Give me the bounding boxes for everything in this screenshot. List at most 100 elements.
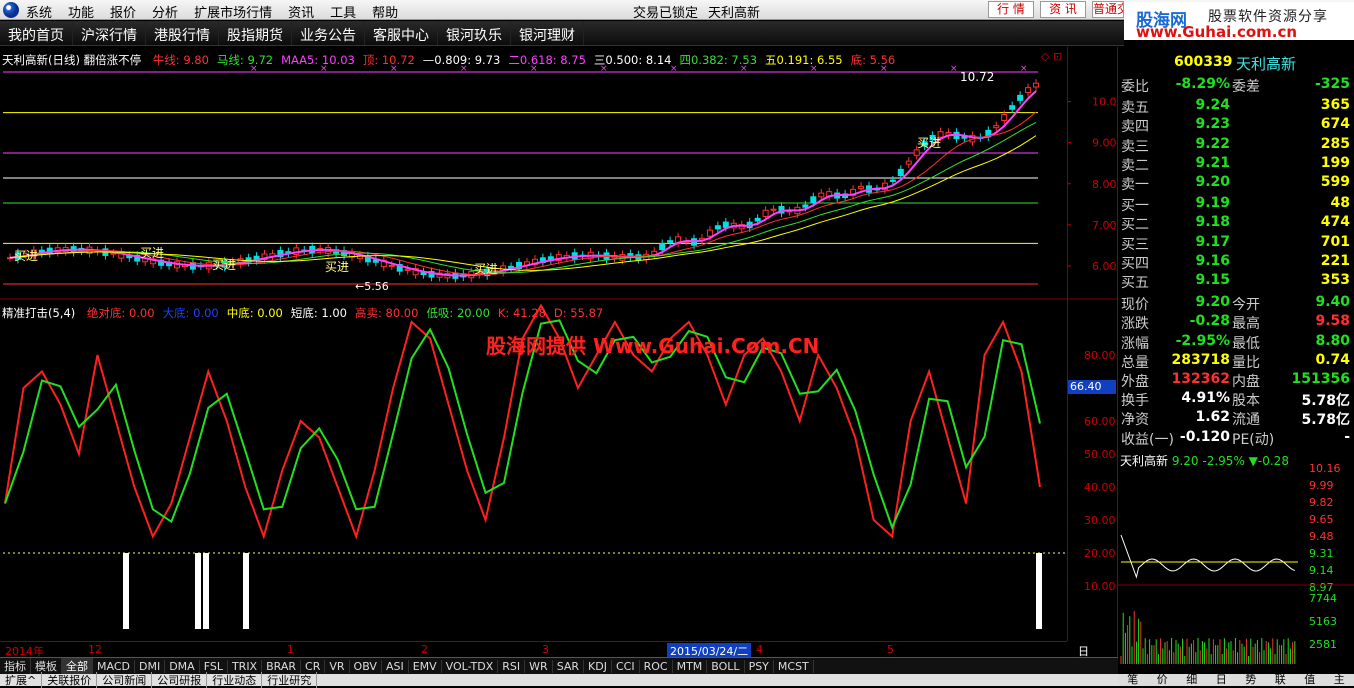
- quote-button[interactable]: 行 情: [988, 1, 1034, 18]
- top-marker: ×: [950, 64, 958, 74]
- trade-button[interactable]: 普通交易: [1092, 1, 1124, 18]
- quote-value: -0.120: [1179, 428, 1230, 445]
- indicator-value: 10.72: [378, 53, 415, 67]
- nav-item[interactable]: 银河玖乐: [438, 21, 511, 45]
- menu-item[interactable]: 帮助: [372, 2, 398, 21]
- date-axis: 2015/03/24/二 日线 2014年1212345: [0, 641, 1089, 674]
- menu-item[interactable]: 资讯: [288, 2, 314, 21]
- candle-body: [770, 208, 777, 211]
- candle-body: [1025, 87, 1032, 94]
- nav-item[interactable]: 我的首页: [0, 21, 73, 45]
- quote-label: 换手: [1121, 393, 1149, 410]
- menu-item[interactable]: 报价: [110, 2, 136, 21]
- indicator-tab[interactable]: DMA: [165, 659, 200, 673]
- quote-label: 买二: [1121, 217, 1149, 234]
- indicator-tab[interactable]: MCST: [774, 659, 814, 673]
- menu-item[interactable]: 扩展市场行情: [194, 2, 272, 21]
- indicator-tab[interactable]: SAR: [553, 659, 585, 673]
- indicator-tab[interactable]: OBV: [350, 659, 382, 673]
- indicator-tab[interactable]: VR: [325, 659, 350, 673]
- quote-label: 卖二: [1121, 157, 1149, 174]
- info-button[interactable]: 资 讯: [1040, 1, 1086, 18]
- nav-item[interactable]: 股指期货: [219, 21, 292, 45]
- indicator-tab[interactable]: DMI: [135, 659, 166, 673]
- nav-item[interactable]: 沪深行情: [73, 21, 146, 45]
- brand-url: www.Guhai.com.cn: [1136, 23, 1298, 41]
- indicator-tab[interactable]: WR: [525, 659, 553, 673]
- mini-tab[interactable]: 势: [1245, 674, 1256, 686]
- indicator-tab[interactable]: FSL: [200, 659, 228, 673]
- panel-controls-icon[interactable]: ◇ ⊡: [1041, 50, 1062, 63]
- menu-item[interactable]: 分析: [152, 2, 178, 21]
- quote-value: -0.28: [1189, 313, 1230, 330]
- app-logo-icon[interactable]: [3, 2, 19, 18]
- indicator-tab[interactable]: CR: [301, 659, 326, 673]
- quote-label: 股本: [1232, 393, 1260, 410]
- quote-value: 4.91%: [1181, 390, 1230, 407]
- quote-row: 总量 283718 量比 0.74: [1118, 352, 1354, 371]
- menu-item[interactable]: 系统: [26, 2, 52, 21]
- quote-header: 600339 天利高新: [1118, 52, 1354, 73]
- mini-tab[interactable]: 主: [1334, 674, 1345, 686]
- candle-body: [667, 240, 674, 243]
- indicator-tab[interactable]: BOLL: [707, 659, 745, 673]
- indicator-tab[interactable]: RSI: [498, 659, 526, 673]
- price-tick: 9.00: [1092, 137, 1117, 150]
- stock-code: 600339: [1174, 54, 1233, 70]
- indicator-tab[interactable]: ASI: [382, 659, 409, 673]
- mini-tab[interactable]: 笔: [1127, 674, 1138, 686]
- indicator-label: K:: [497, 306, 510, 320]
- indicator-label: 三0.500:: [593, 53, 643, 67]
- indicator-tab[interactable]: MTM: [673, 659, 708, 673]
- mini-intraday[interactable]: 天利高新 9.20 -2.95% ▼-0.28 10.16 9.99 9.82 9.6…: [1118, 450, 1354, 686]
- indicator: 低吸: 20.00: [426, 306, 489, 320]
- indicator-tab[interactable]: VOL-TDX: [442, 659, 499, 673]
- mini-price-tick: 9.14: [1309, 564, 1334, 577]
- signal-bar: [1036, 553, 1042, 629]
- nav-item[interactable]: 业务公告: [292, 21, 365, 45]
- mini-tab[interactable]: 日: [1216, 674, 1227, 686]
- nav-item[interactable]: 银河理财: [511, 21, 584, 45]
- quote-label: 涨跌: [1121, 316, 1149, 333]
- quote-row: 卖一 9.20 599: [1121, 174, 1350, 193]
- indicator-value: 9.80: [179, 53, 209, 67]
- indicator-tab[interactable]: PSY: [745, 659, 774, 673]
- mini-price-tick: 9.99: [1309, 479, 1334, 492]
- mini-tab[interactable]: 价: [1157, 674, 1168, 686]
- main-menu: 系统 功能 报价 分析 扩展市场行情 资讯 工具 帮助: [26, 2, 414, 21]
- indicator-tab[interactable]: KDJ: [584, 659, 612, 673]
- indicator: 中底: 0.00: [227, 306, 283, 320]
- indicator-tab[interactable]: EMV: [409, 659, 442, 673]
- indicator-label: 大底:: [162, 306, 190, 320]
- quote-label: 最低: [1232, 335, 1260, 352]
- quote-row: 卖二 9.21 199: [1121, 154, 1350, 174]
- nav-item[interactable]: 客服中心: [365, 21, 438, 45]
- indicator-tab[interactable]: BRAR: [262, 659, 302, 673]
- candle-body: [388, 264, 395, 267]
- menu-item[interactable]: 工具: [330, 2, 356, 21]
- quote-value: 5.78亿: [1301, 393, 1350, 410]
- indicator-tab[interactable]: CCI: [612, 659, 640, 673]
- quote-value: -8.29%: [1175, 76, 1230, 92]
- quote-row: 现价 9.20 今开 9.40: [1118, 294, 1354, 313]
- osc-info-line: 精准打击(5,4) 绝对底: 0.00 大底: 0.00 中底: 0.00 短底: 1…: [2, 305, 603, 321]
- kline-info-line: 天利高新(日线) 翻倍涨不停 牛线: 9.80 马线: 9.72 MAA5: 10.…: [2, 52, 895, 68]
- mini-tab[interactable]: 联: [1275, 674, 1286, 686]
- cursor-value-box: 66.40: [1068, 380, 1116, 394]
- mini-tab[interactable]: 值: [1304, 674, 1315, 686]
- nav-item[interactable]: 港股行情: [146, 21, 219, 45]
- quote-value: 9.58: [1315, 313, 1350, 330]
- indicator-tab[interactable]: MACD: [93, 659, 135, 673]
- quote-value: 9.17: [1195, 233, 1230, 250]
- candle-body: [905, 160, 912, 165]
- osc-tick: 10.00: [1084, 580, 1116, 593]
- quote-panel: 600339 天利高新 委比 -8.29% 委差 -325 卖五 9.24 365 卖四 9.2…: [1118, 47, 1354, 457]
- menu-item[interactable]: 功能: [68, 2, 94, 21]
- indicator-tab[interactable]: TRIX: [228, 659, 263, 673]
- indicator-tab[interactable]: ROC: [640, 659, 673, 673]
- candle-body: [961, 136, 968, 139]
- quote-value: 9.19: [1195, 195, 1230, 212]
- candle-body: [722, 221, 729, 228]
- candle-body: [754, 217, 761, 222]
- mini-tab[interactable]: 细: [1186, 674, 1197, 686]
